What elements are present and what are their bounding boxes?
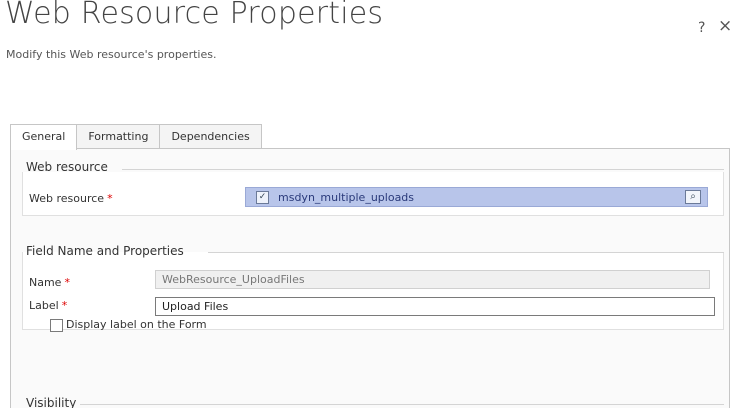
web-resource-icon: ✓ [256,191,269,204]
name-field: WebResource_UploadFiles [155,270,710,289]
name-field-label: Name * [29,276,70,289]
display-label-checkbox-label[interactable]: Display label on the Form [66,318,207,331]
web-resource-label-text: Web resource [29,192,105,205]
label-label-text: Label [29,299,59,312]
required-marker: * [107,192,113,205]
name-label-text: Name [29,276,62,289]
lookup-search-icon[interactable]: ⌕ [685,190,701,204]
web-resource-lookup[interactable]: ✓ msdyn_multiple_uploads ⌕ [245,187,708,207]
visibility-section-divider [80,404,724,405]
web-resource-section-title: Web resource [26,160,108,174]
dialog-title: Web Resource Properties [5,0,384,31]
display-label-checkbox[interactable] [50,319,63,332]
tab-dependencies[interactable]: Dependencies [159,124,262,149]
field-properties-section-divider [208,252,724,253]
label-field-label: Label * [29,299,67,312]
help-button[interactable]: ? [698,20,705,36]
web-resource-lookup-value[interactable]: msdyn_multiple_uploads [278,191,414,204]
tab-formatting[interactable]: Formatting [76,124,161,149]
required-marker: * [64,276,70,289]
dialog-subtitle: Modify this Web resource's properties. [6,48,217,61]
required-marker: * [61,299,68,312]
field-properties-section-title: Field Name and Properties [26,244,184,258]
tab-strip: General Formatting Dependencies [10,124,262,150]
web-resource-section-divider [122,169,724,170]
tab-general[interactable]: General [10,124,78,150]
web-resource-field-label: Web resource * [29,192,113,205]
visibility-section-title: Visibility [26,396,77,408]
label-input[interactable]: Upload Files [155,297,715,316]
close-button[interactable]: × [718,16,732,36]
